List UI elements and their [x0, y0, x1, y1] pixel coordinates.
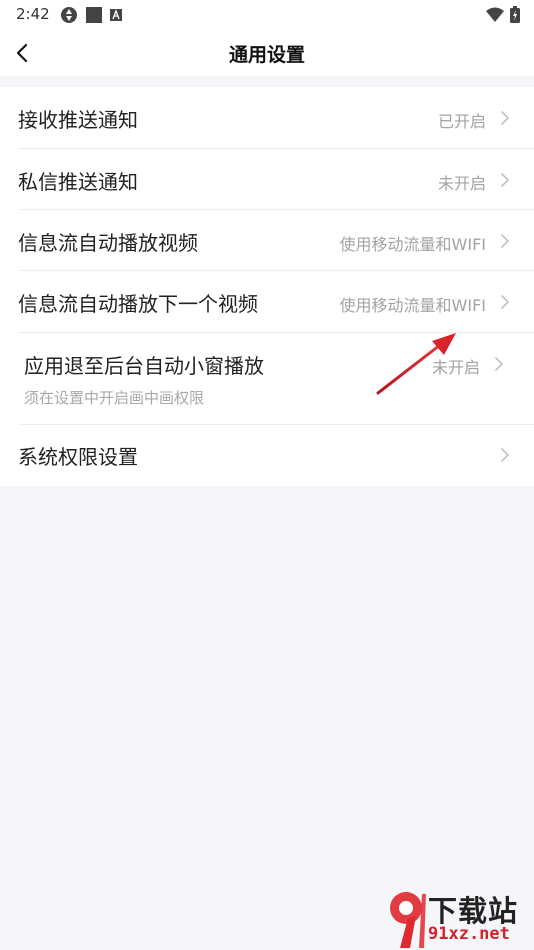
page-title: 通用设置 [228, 44, 305, 66]
status-bar: 2:42 [0, 0, 534, 30]
setting-label: 接收推送通知 [18, 108, 138, 132]
setting-value: 使用移动流量和WIFI [339, 296, 486, 315]
section-gap [0, 76, 534, 87]
annotation-arrow-icon [376, 333, 456, 395]
chevron-right-icon [501, 448, 509, 462]
settings-list: 接收推送通知 已开启 私信推送通知 未开启 信息流自动播放视频 使用移动流量和W… [0, 87, 534, 486]
setting-label: 信息流自动播放视频 [18, 231, 198, 255]
chevron-right-icon [495, 357, 503, 371]
battery-charging-icon [510, 5, 520, 23]
watermark-emblem-icon [390, 892, 426, 948]
setting-value: 使用移动流量和WIFI [339, 235, 486, 254]
status-icons-left [60, 6, 122, 24]
setting-row-push-notifications[interactable]: 接收推送通知 已开启 [0, 87, 534, 149]
chevron-right-icon [501, 173, 509, 187]
a-box-icon [110, 9, 122, 21]
setting-value: 已开启 [437, 112, 486, 131]
setting-label: 应用退至后台自动小窗播放 [24, 354, 264, 378]
watermark-url: 91xz.net [428, 924, 510, 944]
square-icon [86, 7, 102, 23]
setting-label: 系统权限设置 [18, 445, 138, 469]
setting-row-autoplay-video[interactable]: 信息流自动播放视频 使用移动流量和WIFI [0, 210, 534, 271]
setting-value: 未开启 [437, 174, 486, 193]
setting-label: 私信推送通知 [18, 170, 138, 194]
setting-row-private-message-notifications[interactable]: 私信推送通知 未开启 [0, 149, 534, 210]
watermark-logo: 下载站 91xz.net [388, 886, 534, 950]
status-icons-right [486, 5, 520, 23]
status-time: 2:42 [16, 5, 50, 23]
setting-label: 信息流自动播放下一个视频 [18, 292, 258, 316]
chevron-right-icon [501, 234, 509, 248]
setting-row-autoplay-next-video[interactable]: 信息流自动播放下一个视频 使用移动流量和WIFI [0, 271, 534, 333]
chevron-right-icon [501, 111, 509, 125]
chevron-right-icon [501, 295, 509, 309]
aperture-icon [61, 7, 77, 23]
nav-bar: 通用设置 [0, 30, 534, 76]
wifi-icon [486, 7, 504, 22]
setting-row-system-permissions[interactable]: 系统权限设置 [0, 425, 534, 486]
setting-hint: 须在设置中开启画中画权限 [24, 389, 205, 407]
